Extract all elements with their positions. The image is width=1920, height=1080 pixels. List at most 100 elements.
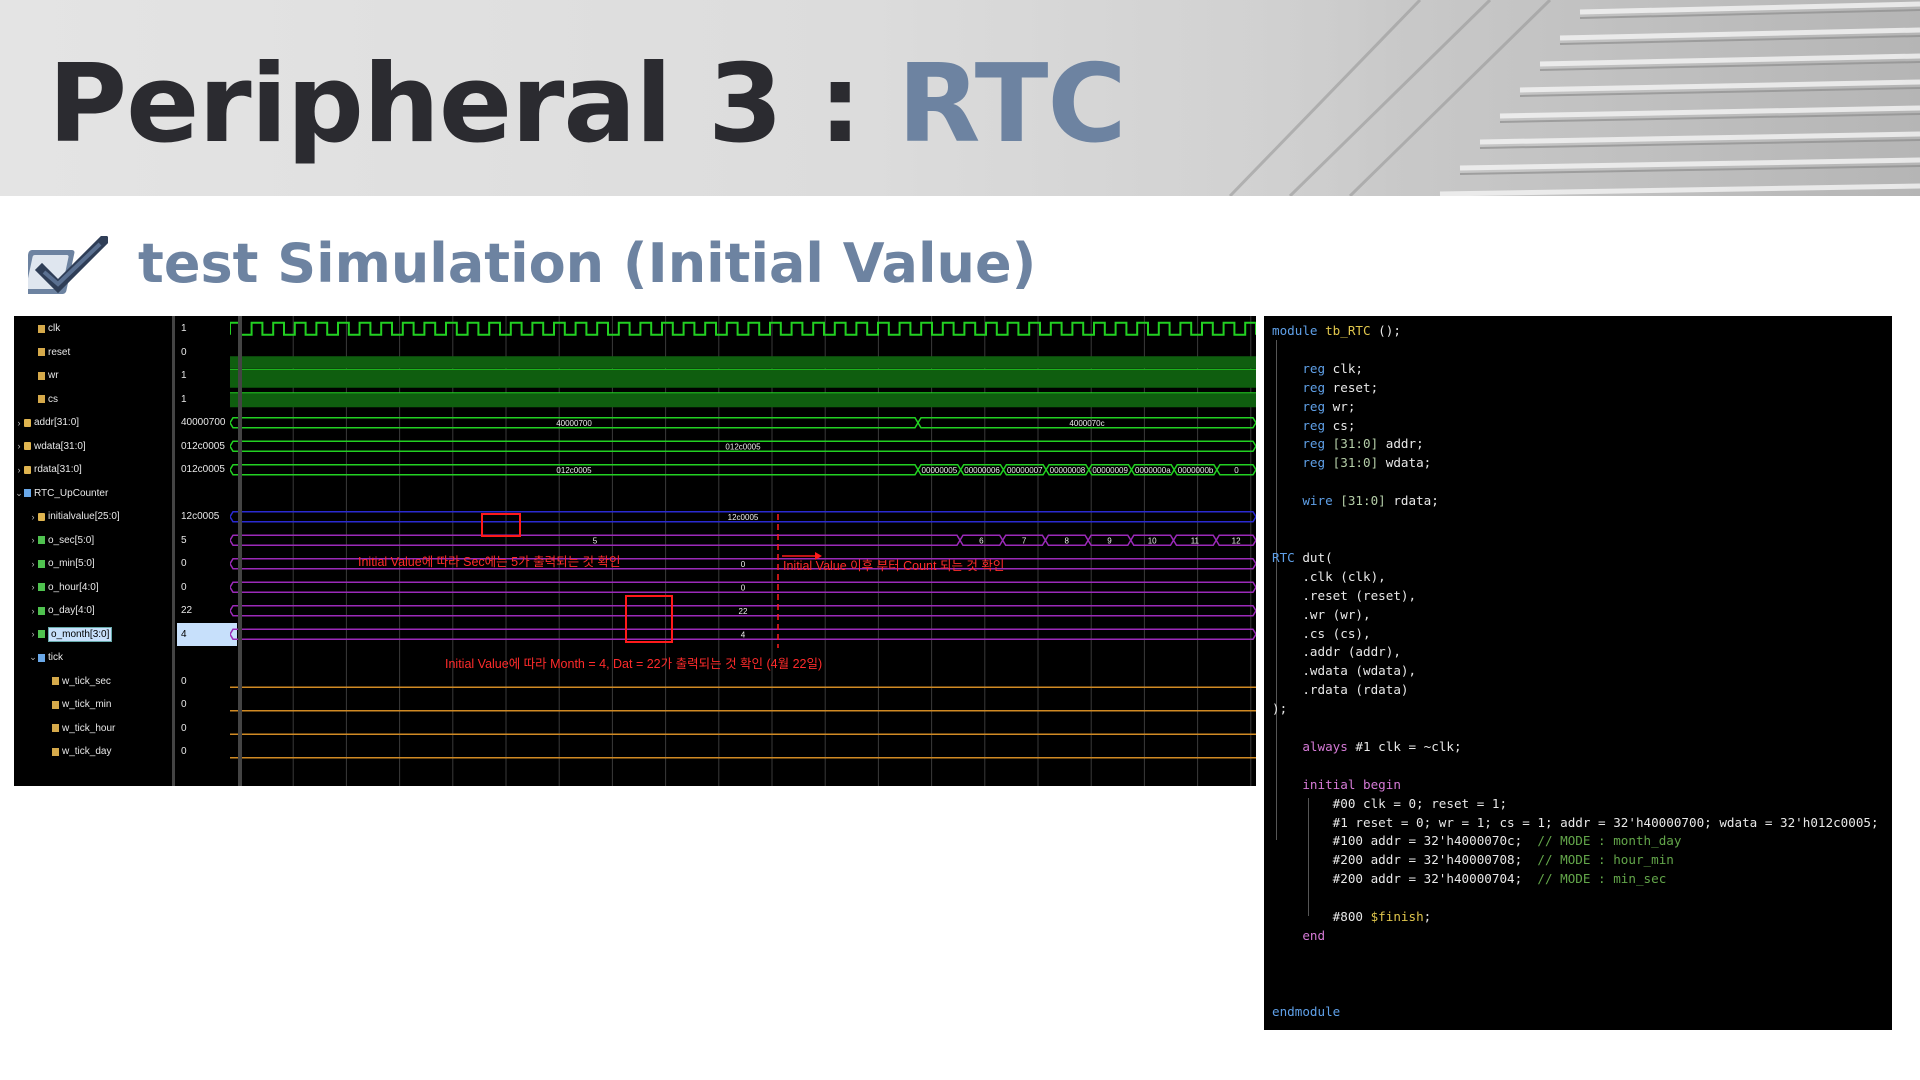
bus-value-label: 0 — [741, 560, 746, 569]
bus-value-label: 00000005 — [922, 466, 958, 475]
signal-row[interactable]: › o_min[5:0] — [14, 552, 95, 575]
annotation-sec: Initial Value에 따라 Sec에는 5가 출력되는 것 확인 — [358, 555, 621, 569]
code-token: cs; — [1325, 417, 1356, 433]
signal-name[interactable]: w_tick_sec — [62, 676, 111, 687]
signal-row[interactable]: ⌄ RTC_UpCounter — [14, 482, 108, 505]
signal-icon — [24, 442, 31, 450]
bus-value-label: 00000006 — [964, 466, 1000, 475]
code-token: .rdata (rdata) — [1272, 682, 1409, 698]
signal-row[interactable]: ⌄ tick — [14, 646, 63, 669]
reset-fill — [230, 356, 1256, 369]
signal-name-panel: clk reset wr cs › addr[31:0] › wdata[31:0] › rdat… — [14, 316, 168, 786]
code-token: addr; — [1378, 436, 1424, 452]
signal-value: 22 — [181, 605, 193, 616]
signal-value: 0 — [181, 675, 187, 687]
expand-chevron-icon[interactable]: › — [28, 582, 38, 592]
signal-name[interactable]: o_day[4:0] — [48, 605, 95, 616]
code-token: .wr (wr), — [1272, 606, 1371, 622]
signal-row[interactable]: › o_month[3:0] — [14, 623, 113, 646]
signal-row[interactable]: w_tick_min — [14, 693, 111, 716]
code-token: end — [1302, 928, 1326, 943]
signal-row[interactable]: w_tick_day — [14, 740, 111, 763]
signal-name[interactable]: RTC_UpCounter — [34, 488, 108, 499]
expand-chevron-icon[interactable]: › — [14, 418, 24, 428]
code-token: RTC — [1272, 549, 1295, 565]
signal-row[interactable]: wr — [14, 364, 59, 387]
signal-name[interactable]: o_min[5:0] — [48, 558, 95, 569]
bus-value-label: 0 — [1234, 466, 1239, 475]
expand-chevron-icon[interactable]: › — [28, 606, 38, 616]
code-line: .clk (clk), — [1272, 569, 1385, 584]
code-token: endmodule — [1272, 1003, 1341, 1019]
expand-chevron-icon[interactable]: › — [14, 441, 24, 451]
expand-chevron-icon[interactable]: › — [28, 559, 38, 569]
title-accent: RTC — [897, 42, 1126, 167]
signal-name[interactable]: rdata[31:0] — [34, 464, 82, 475]
signal-row[interactable]: clk — [14, 317, 60, 340]
wr-fill — [230, 369, 1256, 388]
code-token: #1 clk = ~clk; — [1347, 738, 1462, 754]
panel-splitter[interactable] — [238, 316, 242, 786]
scope-icon — [24, 489, 31, 497]
code-token: ; — [1423, 909, 1432, 925]
signal-row[interactable]: › o_hour[4:0] — [14, 576, 99, 599]
code-line: .reset (reset), — [1272, 588, 1416, 603]
signal-row[interactable]: › rdata[31:0] — [14, 458, 82, 481]
code-token: [31:0] — [1332, 493, 1386, 509]
code-token: #200 addr = 32'h40000704; — [1272, 871, 1538, 887]
code-token: clk; — [1325, 360, 1364, 376]
signal-icon — [52, 677, 59, 685]
expand-chevron-icon[interactable]: › — [14, 465, 24, 475]
code-token: always — [1302, 738, 1348, 754]
signal-row[interactable]: cs — [14, 388, 58, 411]
signal-name[interactable]: w_tick_min — [62, 699, 111, 710]
signal-name[interactable]: initialvalue[25:0] — [48, 511, 120, 522]
code-token: (); — [1370, 323, 1401, 338]
bus-value-label: 4000070c — [1069, 419, 1104, 428]
expand-chevron-icon[interactable]: › — [28, 512, 38, 522]
signal-value: 0 — [181, 699, 187, 710]
signal-row[interactable]: w_tick_sec — [14, 670, 111, 693]
code-line: .wdata (wdata), — [1272, 663, 1416, 678]
signal-name[interactable]: o_hour[4:0] — [48, 582, 99, 593]
expand-chevron-icon[interactable]: ⌄ — [14, 488, 24, 499]
signal-name[interactable]: addr[31:0] — [34, 417, 79, 428]
code-token: #1 reset = 0; wr = 1; cs = 1; addr = 32'… — [1272, 814, 1879, 830]
signal-name[interactable]: o_sec[5:0] — [48, 535, 94, 546]
signal-row[interactable]: › wdata[31:0] — [14, 435, 86, 458]
signal-value: 012c0005 — [181, 464, 225, 475]
expand-chevron-icon[interactable]: ⌄ — [28, 652, 38, 663]
code-token: #100 addr = 32'h4000070c; — [1272, 833, 1538, 849]
signal-row[interactable]: › initialvalue[25:0] — [14, 505, 120, 528]
code-token: .cs (cs), — [1272, 625, 1371, 641]
signal-row[interactable]: reset — [14, 341, 70, 364]
signal-name[interactable]: wdata[31:0] — [34, 441, 86, 452]
signal-name[interactable]: clk — [48, 323, 60, 334]
signal-name[interactable]: o_month[3:0] — [48, 626, 113, 642]
expand-chevron-icon[interactable]: › — [28, 535, 38, 545]
expand-chevron-icon[interactable]: › — [28, 629, 38, 639]
signal-name[interactable]: tick — [48, 652, 63, 663]
signal-value: 5 — [181, 534, 187, 546]
code-line: #800 $finish; — [1272, 909, 1432, 925]
signal-row[interactable]: w_tick_hour — [14, 717, 115, 740]
signal-value: 1 — [181, 370, 187, 381]
code-token: initial — [1302, 776, 1356, 792]
signal-name[interactable]: wr — [48, 370, 59, 381]
code-token: .wdata (wdata), — [1272, 663, 1417, 679]
signal-name[interactable]: w_tick_day — [62, 746, 111, 757]
code-token: rdata; — [1385, 493, 1439, 509]
signal-row[interactable]: › addr[31:0] — [14, 411, 80, 434]
signal-row[interactable]: › o_day[4:0] — [14, 599, 95, 622]
signal-row[interactable]: › o_sec[5:0] — [14, 529, 95, 552]
signal-name[interactable]: cs — [48, 394, 58, 405]
signal-name[interactable]: reset — [48, 347, 70, 358]
signal-name[interactable]: w_tick_hour — [62, 723, 115, 734]
waveform-plot[interactable]: 40000700 4000070c 012c0005 012c0005 00000005… — [230, 316, 1256, 786]
